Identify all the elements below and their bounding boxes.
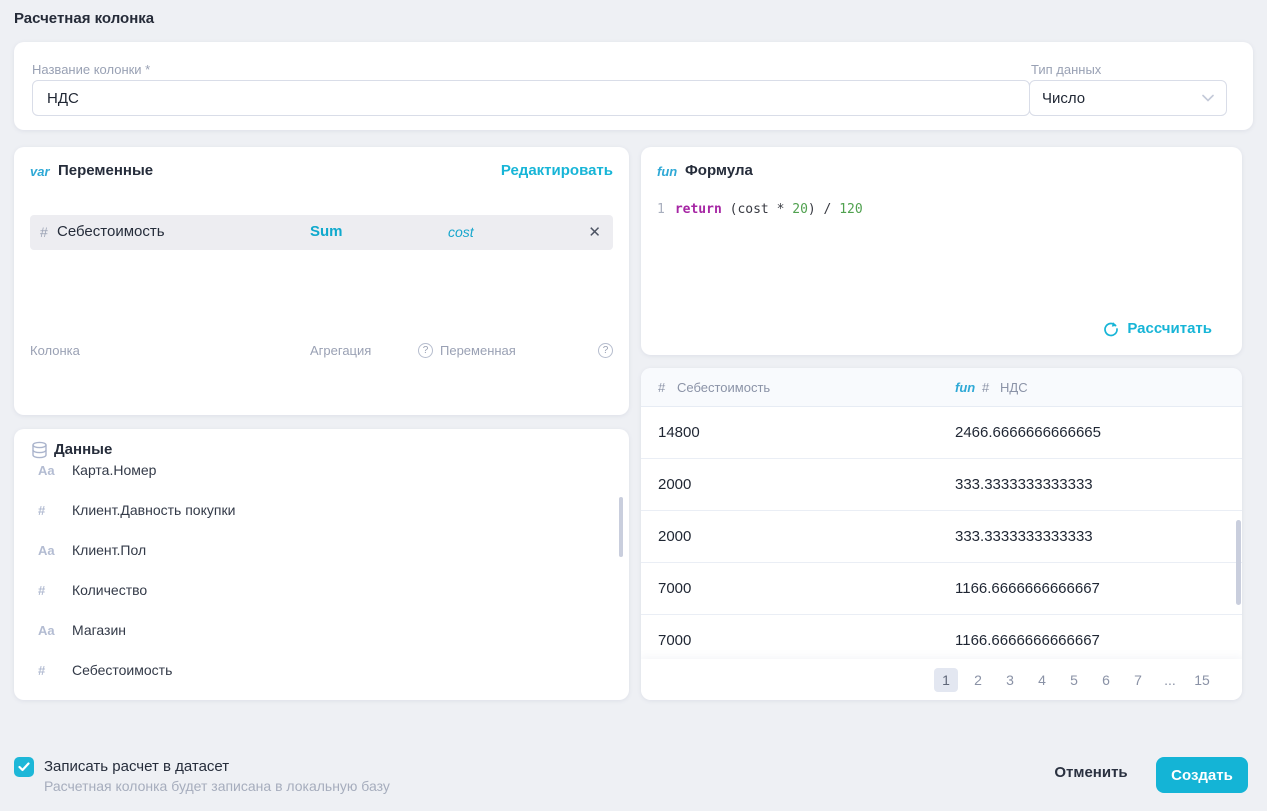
preview-table-header: # Себестоимость fun # НДС	[641, 368, 1242, 407]
page-button[interactable]: 7	[1126, 668, 1150, 692]
write-to-dataset-hint: Расчетная колонка будет записана в локал…	[44, 778, 390, 794]
page-button[interactable]: 4	[1030, 668, 1054, 692]
page-button[interactable]: 3	[998, 668, 1022, 692]
data-field-label: Карта.Номер	[72, 462, 156, 478]
pagination: 1 2 3 4 5 6 7 ... 15	[641, 659, 1242, 700]
aggregation-help-icon[interactable]	[418, 343, 433, 358]
number-type-icon: #	[658, 380, 665, 395]
variable-help-icon[interactable]	[598, 343, 613, 358]
page-button[interactable]: 15	[1190, 668, 1214, 692]
formula-panel: fun Формула 1 return (cost * 20) / 120 Ра…	[641, 147, 1242, 355]
database-icon	[31, 441, 48, 460]
cost-cell: 7000	[658, 580, 691, 597]
write-to-dataset-label: Записать расчет в датасет	[44, 758, 229, 775]
text-type-icon: Aa	[38, 463, 64, 478]
column-header-aggregation: Агрегация	[310, 343, 371, 358]
column-header-column: Колонка	[30, 343, 80, 358]
write-to-dataset-checkbox[interactable]	[14, 757, 34, 777]
cancel-button[interactable]: Отменить	[1051, 764, 1131, 781]
formula-code-editor[interactable]: 1 return (cost * 20) / 120	[657, 202, 1226, 217]
var-icon: var	[30, 164, 50, 179]
scrollbar-thumb[interactable]	[619, 497, 623, 557]
remove-variable-icon[interactable]	[588, 223, 601, 241]
checkmark-icon	[18, 762, 30, 772]
chevron-down-icon	[1202, 94, 1214, 102]
table-row: 7000 1166.6666666666667	[641, 563, 1242, 615]
calculate-label: Рассчитать	[1127, 320, 1212, 337]
formula-code-line: return (cost * 20) / 120	[675, 202, 863, 217]
cost-cell: 7000	[658, 632, 691, 649]
data-field-label: Магазин	[72, 622, 126, 638]
cost-cell: 2000	[658, 476, 691, 493]
data-panel-title: Данные	[54, 441, 112, 458]
number-type-icon: #	[38, 663, 64, 678]
vat-cell: 2466.6666666666665	[955, 424, 1101, 441]
pagination-ellipsis: ...	[1158, 668, 1182, 692]
source-column-header: Себестоимость	[677, 380, 770, 395]
table-row: 2000 333.3333333333333	[641, 459, 1242, 511]
variable-row: # Себестоимость Sum cost	[30, 215, 613, 250]
number-type-icon: #	[40, 224, 48, 240]
page-button[interactable]: 5	[1062, 668, 1086, 692]
data-type-label: Тип данных	[1031, 62, 1101, 77]
fun-icon: fun	[657, 164, 677, 179]
variables-table-header: Колонка Агрегация Переменная	[14, 343, 629, 359]
data-type-select[interactable]: Число	[1029, 80, 1227, 116]
variables-panel: var Переменные Редактировать Колонка Агр…	[14, 147, 629, 415]
table-row: 2000 333.3333333333333	[641, 511, 1242, 563]
data-field-label: Количество	[72, 582, 147, 598]
column-name-input[interactable]	[32, 80, 1030, 116]
vat-cell: 333.3333333333333	[955, 528, 1093, 545]
data-panel: Данные Aa Карта.Номер # Клиент.Давность …	[14, 429, 629, 700]
column-settings-card: Название колонки * Тип данных Число	[14, 42, 1253, 130]
number-type-icon: #	[38, 503, 64, 518]
calculate-button[interactable]: Рассчитать	[1103, 320, 1212, 337]
refresh-icon	[1103, 321, 1119, 337]
vat-cell: 1166.6666666666667	[955, 580, 1100, 597]
create-button[interactable]: Создать	[1156, 757, 1248, 793]
table-row: 14800 2466.6666666666665	[641, 407, 1242, 459]
aggregation-value[interactable]: Sum	[310, 223, 343, 240]
calculated-column-header: НДС	[1000, 380, 1028, 395]
page-button[interactable]: 2	[966, 668, 990, 692]
page-button[interactable]: 6	[1094, 668, 1118, 692]
data-field-label: Себестоимость	[72, 662, 172, 678]
column-name-label: Название колонки *	[32, 62, 150, 77]
cost-cell: 14800	[658, 424, 700, 441]
preview-table-panel: # Себестоимость fun # НДС 14800 2466.666…	[641, 368, 1242, 700]
vat-cell: 333.3333333333333	[955, 476, 1093, 493]
page-button-active[interactable]: 1	[934, 668, 958, 692]
data-type-value: Число	[1042, 90, 1085, 107]
cost-cell: 2000	[658, 528, 691, 545]
data-field-label: Клиент.Давность покупки	[72, 502, 235, 518]
edit-variables-button[interactable]: Редактировать	[501, 162, 613, 179]
variable-column-name: Себестоимость	[57, 223, 165, 240]
variable-name[interactable]: cost	[448, 224, 474, 240]
data-field-label: Клиент.Пол	[72, 542, 146, 558]
number-type-icon: #	[38, 583, 64, 598]
fun-icon: fun	[955, 380, 975, 395]
formula-title: Формула	[685, 162, 753, 179]
column-header-variable: Переменная	[440, 343, 516, 358]
page-title: Расчетная колонка	[14, 10, 154, 27]
variables-title: Переменные	[58, 162, 153, 179]
scrollbar-thumb[interactable]	[1236, 520, 1241, 605]
vat-cell: 1166.6666666666667	[955, 632, 1100, 649]
number-type-icon: #	[982, 380, 989, 395]
line-number: 1	[657, 202, 665, 217]
text-type-icon: Aa	[38, 543, 64, 558]
text-type-icon: Aa	[38, 623, 64, 638]
